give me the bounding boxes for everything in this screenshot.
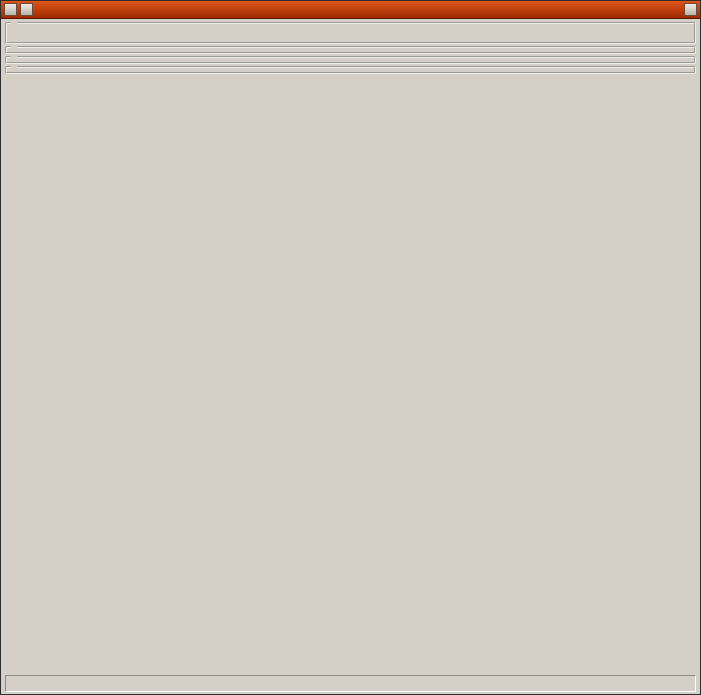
- plaintexts-frame: [5, 66, 696, 74]
- commands-frame: [5, 22, 696, 44]
- key-frame: [5, 46, 696, 54]
- status-bar: [5, 675, 696, 692]
- window-close-icon[interactable]: [684, 3, 697, 16]
- window-content: [1, 19, 700, 694]
- window-menu-icon[interactable]: [4, 3, 17, 16]
- window-shade-icon[interactable]: [20, 3, 33, 16]
- commands-button-row: [11, 25, 690, 39]
- app-window: [0, 0, 701, 695]
- ciphers-frame: [5, 56, 696, 64]
- titlebar[interactable]: [1, 1, 700, 19]
